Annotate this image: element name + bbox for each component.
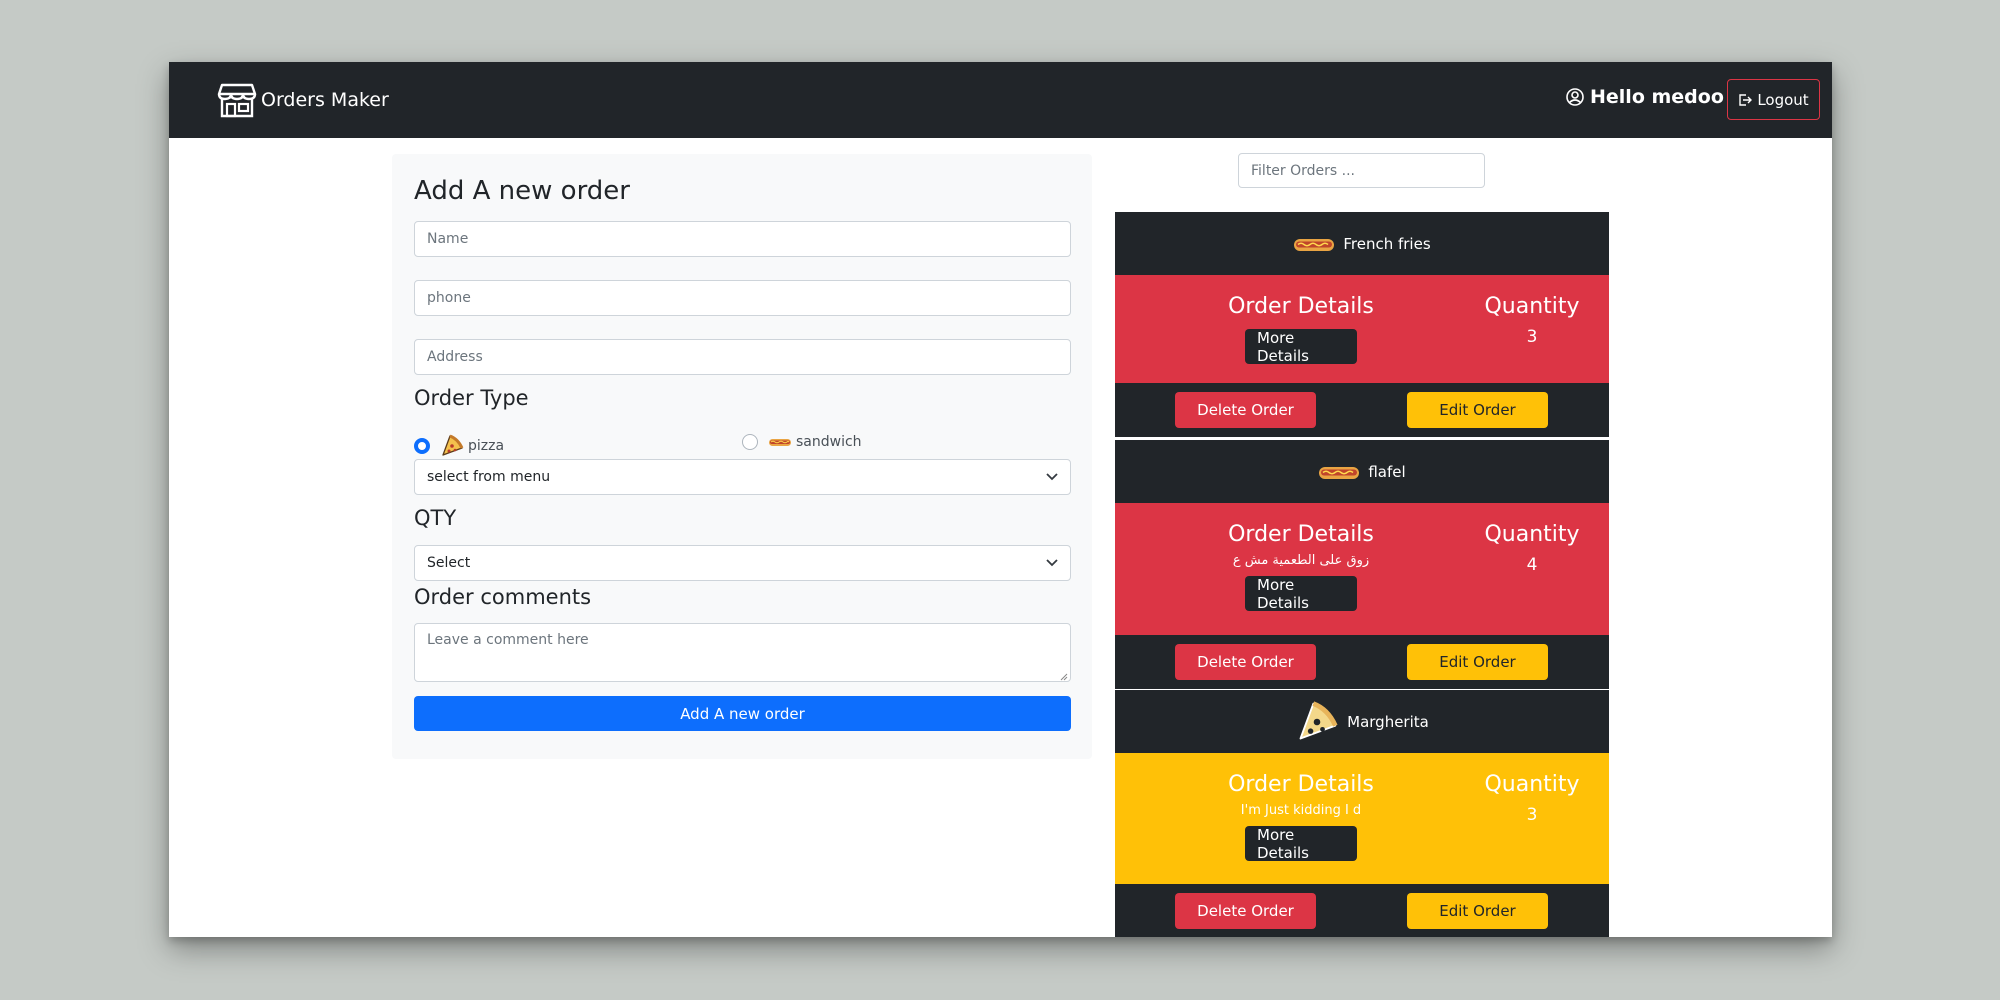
- quantity-title: Quantity: [1484, 772, 1580, 797]
- radio-sandwich[interactable]: sandwich: [742, 434, 862, 450]
- greeting: Hello medoo: [1566, 86, 1724, 108]
- more-details-button[interactable]: More Details: [1245, 826, 1357, 862]
- menu-select[interactable]: select from menu: [414, 459, 1071, 495]
- order-comment: زوق على الطعمية مش ع: [1232, 553, 1370, 568]
- form-title: Add A new order: [414, 176, 630, 206]
- order-details-title: Order Details: [1228, 772, 1374, 797]
- order-card-footer: Delete Order Edit Order: [1115, 884, 1609, 937]
- comment-placeholder: Leave a comment here: [427, 632, 589, 648]
- quantity-value: 4: [1526, 555, 1538, 575]
- quantity-column: Quantity 3: [1477, 275, 1587, 347]
- qty-select[interactable]: Select: [414, 545, 1071, 581]
- delete-order-button[interactable]: Delete Order: [1175, 644, 1316, 680]
- order-name: French fries: [1343, 234, 1431, 253]
- order-card-body: Order Details زوق على الطعمية مش ع More …: [1115, 503, 1609, 635]
- phone-placeholder: phone: [427, 290, 471, 306]
- order-details-title: Order Details: [1228, 522, 1374, 547]
- phone-input[interactable]: phone: [414, 280, 1071, 316]
- quantity-title: Quantity: [1484, 294, 1580, 319]
- new-order-form: Add A new order Name phone Address Order…: [392, 154, 1092, 759]
- order-details-column: Order Details زوق على الطعمية مش ع More …: [1211, 503, 1391, 612]
- delete-order-button[interactable]: Delete Order: [1175, 392, 1316, 428]
- order-card: French fries Order Details More Details …: [1115, 212, 1609, 437]
- more-details-button[interactable]: More Details: [1245, 329, 1357, 365]
- qty-select-value: Select: [427, 555, 471, 571]
- order-comment: I'm Just kidding I d: [1240, 803, 1362, 818]
- order-card-header: flafel: [1115, 440, 1609, 503]
- navbar: Orders Maker Hello medoo Logout: [169, 62, 1832, 138]
- quantity-value: 3: [1526, 327, 1538, 347]
- resize-grip-icon[interactable]: [1058, 669, 1068, 681]
- hotdog-icon: [1293, 233, 1335, 255]
- add-order-button[interactable]: Add A new order: [414, 696, 1071, 731]
- app-window: Orders Maker Hello medoo Logout Add A ne…: [169, 62, 1832, 937]
- order-card-footer: Delete Order Edit Order: [1115, 383, 1609, 437]
- order-details-title: Order Details: [1228, 294, 1374, 319]
- chevron-down-icon: [1046, 559, 1058, 567]
- filter-placeholder: Filter Orders ...: [1251, 162, 1356, 179]
- logout-label: Logout: [1757, 90, 1809, 109]
- filter-orders-input[interactable]: Filter Orders ...: [1238, 153, 1485, 188]
- order-card-header: French fries: [1115, 212, 1609, 275]
- user-circle-icon: [1566, 88, 1584, 106]
- radio-pizza[interactable]: pizza: [414, 434, 504, 458]
- order-card: Margherita Order Details I'm Just kiddin…: [1115, 690, 1609, 937]
- edit-order-button[interactable]: Edit Order: [1407, 392, 1548, 428]
- order-card-footer: Delete Order Edit Order: [1115, 635, 1609, 689]
- quantity-value: 3: [1526, 805, 1538, 825]
- pizza-label: pizza: [468, 438, 505, 454]
- shop-icon: [217, 82, 257, 118]
- order-details-column: Order Details More Details: [1211, 275, 1391, 365]
- order-name: Margherita: [1347, 712, 1429, 731]
- chevron-down-icon: [1046, 473, 1058, 481]
- pizza-icon: [440, 434, 464, 458]
- edit-order-button[interactable]: Edit Order: [1407, 644, 1548, 680]
- more-details-button[interactable]: More Details: [1245, 576, 1357, 612]
- order-card-body: Order Details More Details Quantity 3: [1115, 275, 1609, 383]
- comment-textarea[interactable]: Leave a comment here: [414, 623, 1071, 682]
- delete-order-button[interactable]: Delete Order: [1175, 893, 1316, 929]
- comments-label: Order comments: [414, 585, 592, 609]
- radio-sandwich-dot[interactable]: [742, 434, 758, 450]
- logout-icon: [1738, 93, 1753, 107]
- quantity-column: Quantity 4: [1477, 503, 1587, 575]
- address-placeholder: Address: [427, 349, 483, 365]
- order-details-column: Order Details I'm Just kidding I d More …: [1211, 753, 1391, 862]
- brand[interactable]: Orders Maker: [217, 82, 389, 118]
- pizza-icon: [1295, 700, 1339, 744]
- address-input[interactable]: Address: [414, 339, 1071, 375]
- menu-select-value: select from menu: [427, 469, 551, 485]
- quantity-column: Quantity 3: [1477, 753, 1587, 825]
- quantity-title: Quantity: [1484, 522, 1580, 547]
- brand-text: Orders Maker: [261, 89, 389, 111]
- logout-button[interactable]: Logout: [1727, 79, 1820, 120]
- order-type-label: Order Type: [414, 386, 529, 410]
- greeting-text: Hello medoo: [1590, 86, 1724, 108]
- sandwich-label: sandwich: [796, 434, 862, 450]
- radio-pizza-dot[interactable]: [414, 438, 430, 454]
- qty-label: QTY: [414, 506, 457, 530]
- order-name: flafel: [1368, 462, 1406, 481]
- name-input[interactable]: Name: [414, 221, 1071, 257]
- hotdog-icon: [768, 435, 792, 449]
- order-card: flafel Order Details زوق على الطعمية مش …: [1115, 440, 1609, 689]
- hotdog-icon: [1318, 461, 1360, 483]
- order-card-body: Order Details I'm Just kidding I d More …: [1115, 753, 1609, 884]
- name-placeholder: Name: [427, 231, 469, 247]
- order-card-header: Margherita: [1115, 690, 1609, 753]
- edit-order-button[interactable]: Edit Order: [1407, 893, 1548, 929]
